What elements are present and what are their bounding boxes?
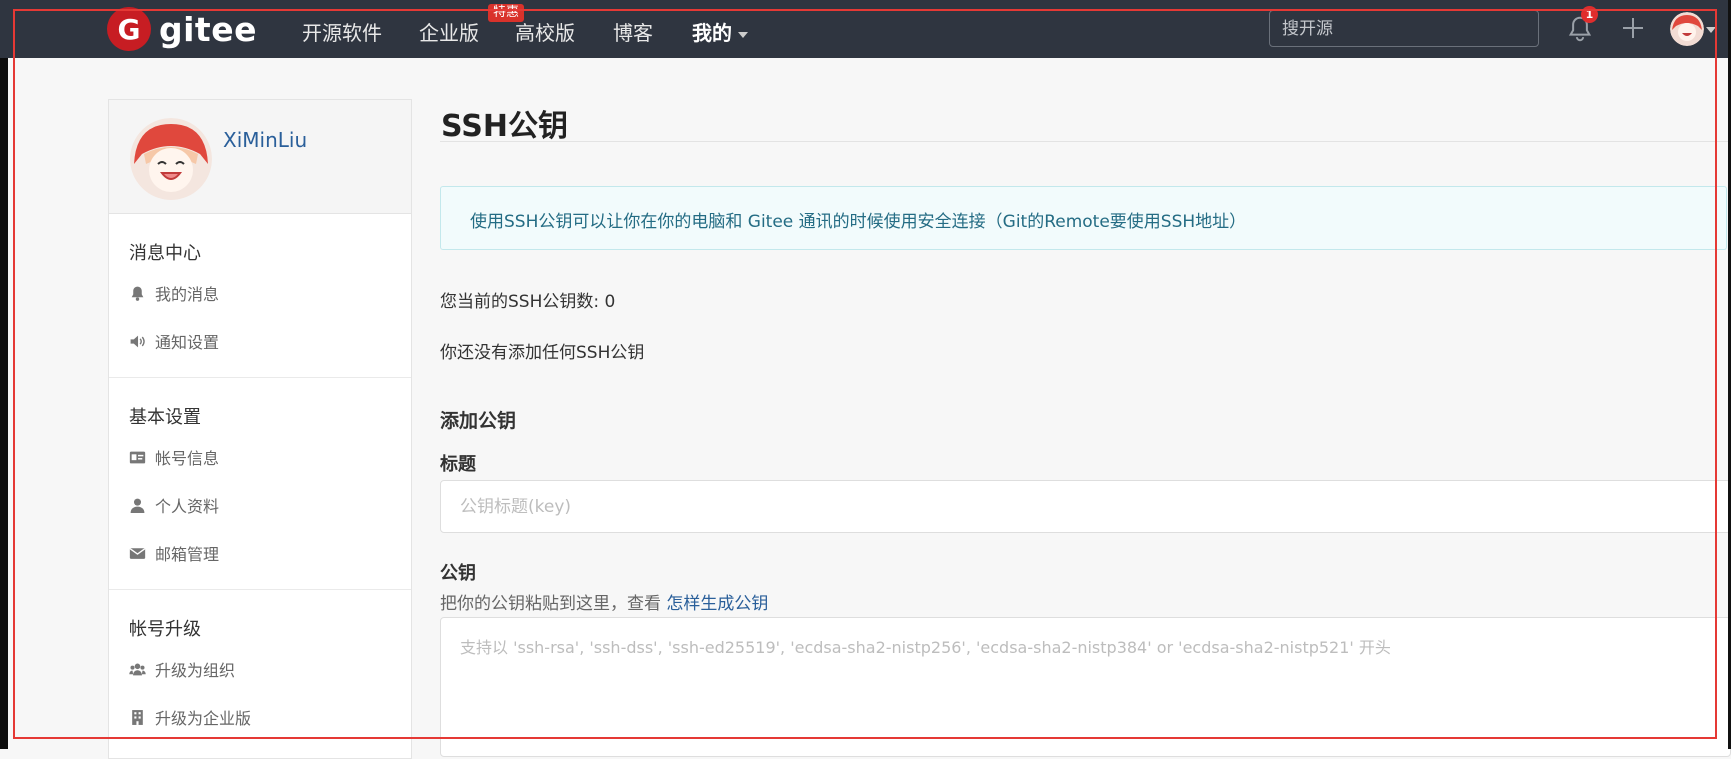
gitee-logo[interactable]: G gitee <box>107 7 257 51</box>
how-to-generate-key-link[interactable]: 怎样生成公钥 <box>666 594 768 614</box>
sidebar-section-title: 基本设置 <box>129 407 201 428</box>
sidebar-item-profile[interactable]: 个人资料 <box>109 481 411 529</box>
users-icon <box>129 663 146 675</box>
avatar-chevron-down-icon[interactable] <box>1706 27 1716 33</box>
ssh-key-count-text: 您当前的SSH公钥数: 0 <box>440 292 616 312</box>
building-icon <box>132 709 143 725</box>
ssh-info-alert: 使用SSH公钥可以让你在你的电脑和 Gitee 通讯的时候使用安全连接（Git的… <box>440 186 1727 250</box>
public-key-textarea[interactable] <box>440 617 1731 757</box>
plus-icon[interactable] <box>1617 12 1649 44</box>
nav-blog[interactable]: 博客 <box>613 17 653 46</box>
avatar[interactable] <box>130 118 212 200</box>
bell-icon <box>131 286 144 301</box>
envelope-icon <box>129 547 146 559</box>
nav-mine-dropdown[interactable]: 我的 <box>692 17 748 46</box>
key-field-label: 公钥 <box>440 563 476 584</box>
nav-education[interactable]: 高校版 <box>515 17 575 46</box>
sidebar-item-label: 升级为企业版 <box>155 709 252 728</box>
id-card-icon <box>129 451 146 463</box>
add-key-heading: 添加公钥 <box>440 410 517 432</box>
profile-username-link[interactable]: XiMinLiu <box>223 128 307 152</box>
search-input[interactable] <box>1269 10 1539 47</box>
user-avatar-nav[interactable] <box>1670 12 1704 46</box>
sidebar-item-account-info[interactable]: 帐号信息 <box>109 433 411 481</box>
volume-icon <box>130 335 145 347</box>
key-hint-label: 把你的公钥粘贴到这里，查看 <box>440 594 667 614</box>
sidebar-section-messages: 消息中心 我的消息 通知设置 <box>109 214 411 378</box>
sidebar-item-notification-settings[interactable]: 通知设置 <box>109 317 411 365</box>
sidebar-item-upgrade-enterprise[interactable]: 升级为企业版 <box>109 693 411 741</box>
title-field-label: 标题 <box>440 454 476 475</box>
sidebar-item-upgrade-organization[interactable]: 升级为组织 <box>109 645 411 693</box>
sidebar-item-label: 通知设置 <box>155 333 220 352</box>
sidebar-item-label: 升级为组织 <box>155 661 236 680</box>
sidebar-section-title: 帐号升级 <box>129 619 201 640</box>
key-hint-text: 把你的公钥粘贴到这里，查看 怎样生成公钥 <box>440 589 768 614</box>
window-left-edge <box>0 0 8 749</box>
page-title: SSH公钥 <box>441 109 568 144</box>
gitee-logo-text: gitee <box>159 9 257 49</box>
sidebar-section-title: 消息中心 <box>129 243 201 264</box>
no-keys-text: 你还没有添加任何SSH公钥 <box>440 343 645 363</box>
nav-mine-label: 我的 <box>692 21 732 45</box>
title-divider <box>440 141 1731 142</box>
gitee-logo-mark: G <box>107 7 151 51</box>
sidebar-item-label: 个人资料 <box>155 497 220 516</box>
sidebar-item-email-management[interactable]: 邮箱管理 <box>109 529 411 577</box>
chevron-down-icon <box>738 31 748 38</box>
sidebar-item-label: 邮箱管理 <box>155 545 220 564</box>
top-navbar: G gitee 开源软件 企业版 特惠 高校版 博客 我的 1 <box>0 0 1731 58</box>
sidebar-section-account-upgrade: 帐号升级 升级为组织 升级为企业版 <box>109 590 411 753</box>
settings-sidebar: XiMinLiu 消息中心 我的消息 通知设置 基本设置 帐号信息 个人资料 邮… <box>108 99 412 759</box>
key-title-input[interactable] <box>440 480 1731 533</box>
notification-count-badge: 1 <box>1581 6 1598 23</box>
sidebar-item-label: 我的消息 <box>155 285 220 304</box>
nav-open-source[interactable]: 开源软件 <box>302 17 382 46</box>
nav-enterprise[interactable]: 企业版 <box>419 17 479 46</box>
profile-card: XiMinLiu <box>109 100 411 214</box>
sidebar-item-my-messages[interactable]: 我的消息 <box>109 269 411 317</box>
user-icon <box>130 498 145 513</box>
sidebar-item-label: 帐号信息 <box>155 449 220 468</box>
sidebar-section-basic-settings: 基本设置 帐号信息 个人资料 邮箱管理 <box>109 378 411 590</box>
